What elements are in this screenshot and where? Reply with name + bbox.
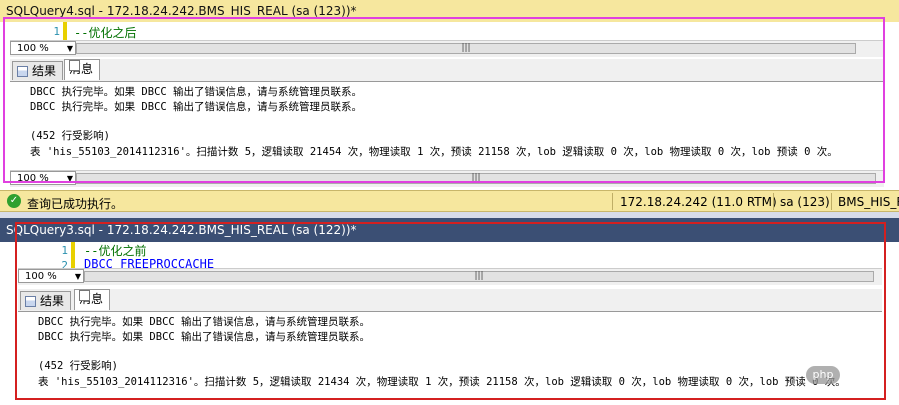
divider [773, 193, 774, 210]
status-bar: ✓ 查询已成功执行。 172.18.24.242 (11.0 RTM) sa (… [0, 190, 899, 212]
status-database: BMS_HIS_R [838, 195, 899, 209]
grid-icon [17, 66, 28, 77]
divider [612, 193, 613, 210]
zoom-select[interactable]: 100 % ▼ [10, 41, 76, 55]
grip-icon: ||| [471, 173, 481, 183]
bottom-messages-panel: DBCC 执行完毕。如果 DBCC 输出了错误信息，请与系统管理员联系。 DBC… [18, 312, 882, 396]
scroll-thumb[interactable]: ||| [76, 173, 876, 184]
tab-messages[interactable]: 消息 [74, 289, 111, 310]
bottom-editor[interactable]: 1 --优化之前 2 DBCC FREEPROCCACHE [18, 242, 882, 268]
chevron-down-icon: ▼ [74, 272, 81, 281]
message-line: 表 'his_55103_2014112316'。扫描计数 5，逻辑读取 214… [30, 146, 838, 158]
message-line: DBCC 执行完毕。如果 DBCC 输出了错误信息，请与系统管理员联系。 [38, 316, 371, 328]
bottom-query-title: SQLQuery3.sql - 172.18.24.242.BMS_HIS_RE… [6, 223, 357, 237]
bottom-results-tabs: 结果 消息 [18, 289, 882, 312]
top-query-tab[interactable]: SQLQuery4.sql - 172.18.24.242.BMS_HIS_RE… [0, 0, 899, 22]
top-editor-hscroll[interactable]: 100 % ▼ ||| [10, 40, 884, 57]
tab-messages[interactable]: 消息 [64, 59, 101, 80]
bottom-query-tab[interactable]: SQLQuery3.sql - 172.18.24.242.BMS_HIS_RE… [0, 218, 899, 242]
top-messages-hscroll[interactable]: 100 % ▼ ||| [10, 170, 884, 187]
grip-icon: ||| [474, 271, 484, 281]
message-line: 表 'his_55103_2014112316'。扫描计数 5，逻辑读取 214… [38, 376, 846, 388]
status-user: sa (123) [780, 195, 830, 209]
top-editor[interactable]: 1 --优化之后 [10, 22, 884, 40]
scroll-thumb[interactable]: ||| [84, 271, 874, 282]
line-number: 2 [61, 259, 68, 268]
message-line: (452 行受影响) [38, 360, 118, 372]
message-line: DBCC 执行完毕。如果 DBCC 输出了错误信息，请与系统管理员联系。 [30, 101, 363, 113]
message-line: (452 行受影响) [30, 130, 110, 142]
grip-icon: ||| [461, 43, 471, 53]
tab-results[interactable]: 结果 [12, 61, 64, 80]
status-server: 172.18.24.242 (11.0 RTM) [620, 195, 777, 209]
message-line: DBCC 执行完毕。如果 DBCC 输出了错误信息，请与系统管理员联系。 [30, 86, 363, 98]
top-messages-panel: DBCC 执行完毕。如果 DBCC 输出了错误信息，请与系统管理员联系。 DBC… [10, 82, 884, 170]
status-message: 查询已成功执行。 [27, 197, 124, 211]
message-line: DBCC 执行完毕。如果 DBCC 输出了错误信息，请与系统管理员联系。 [38, 331, 371, 343]
top-query-title: SQLQuery4.sql - 172.18.24.242.BMS_HIS_RE… [6, 4, 357, 18]
watermark-text: 中文网 [843, 370, 880, 384]
grid-icon [25, 296, 36, 307]
bottom-editor-hscroll[interactable]: 100 % ▼ ||| [18, 268, 882, 285]
code-line: DBCC FREEPROCCACHE [84, 257, 215, 268]
watermark-logo: php [806, 366, 840, 384]
zoom-select[interactable]: 100 % ▼ [10, 171, 76, 185]
message-icon [69, 60, 80, 71]
line-number: 1 [53, 25, 60, 38]
change-marker [63, 22, 67, 40]
chevron-down-icon: ▼ [66, 44, 73, 53]
scroll-thumb[interactable]: ||| [76, 43, 856, 54]
tab-results[interactable]: 结果 [20, 291, 72, 310]
change-marker [71, 242, 75, 268]
message-icon [79, 290, 90, 301]
line-number: 1 [61, 244, 68, 257]
top-results-tabs: 结果 消息 [10, 59, 884, 82]
checkmark-icon: ✓ [7, 194, 21, 208]
chevron-down-icon: ▼ [66, 174, 73, 183]
code-line: --优化之后 [74, 26, 137, 40]
divider [831, 193, 832, 210]
zoom-select[interactable]: 100 % ▼ [18, 269, 84, 283]
